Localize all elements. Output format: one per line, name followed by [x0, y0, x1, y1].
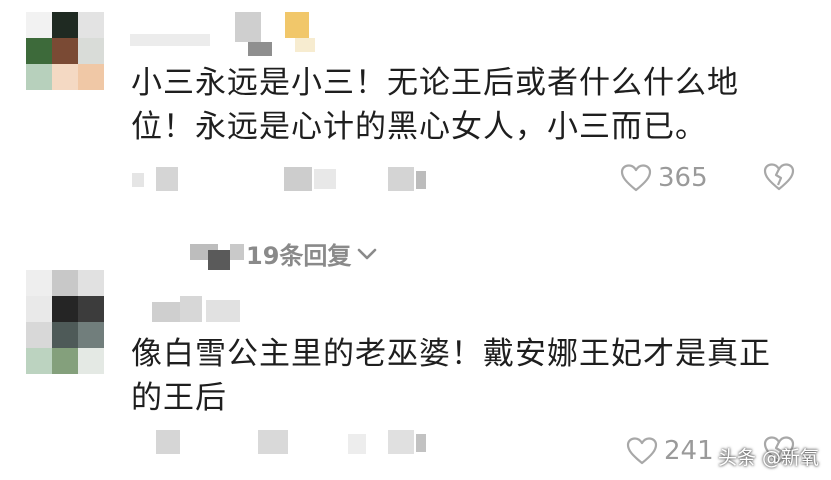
comment-text-line1: 像白雪公主里的老巫婆！戴安娜王妃才是真正: [131, 336, 771, 372]
avatar[interactable]: [26, 12, 104, 90]
comment-text-line1: 小三永远是小三！无论王后或者什么什么地: [131, 65, 739, 101]
username[interactable]: [130, 296, 250, 324]
comment-meta: [130, 428, 450, 456]
replies-label: 19条回复: [246, 241, 352, 270]
view-replies-link[interactable]: 19条回复: [190, 236, 377, 270]
like-count: 365: [658, 163, 708, 193]
like-button[interactable]: 365: [620, 160, 708, 196]
broken-heart-icon: [763, 163, 795, 196]
heart-outline-icon: [620, 163, 652, 193]
username[interactable]: [130, 12, 320, 56]
chevron-down-icon: [357, 246, 377, 260]
comment-text-line2: 位！永远是心计的黑心女人，小三而已。: [131, 109, 707, 145]
avatar[interactable]: [26, 270, 104, 374]
comment-meta: [130, 165, 440, 193]
replies-prefix-blurred: [190, 236, 246, 270]
comment-text-line2: 的王后: [131, 380, 227, 416]
like-count: 241: [664, 436, 714, 466]
like-button[interactable]: 241: [626, 433, 714, 469]
watermark: 头条 @新氧: [717, 447, 819, 469]
dislike-button[interactable]: [763, 162, 795, 192]
heart-outline-icon: [626, 436, 658, 466]
